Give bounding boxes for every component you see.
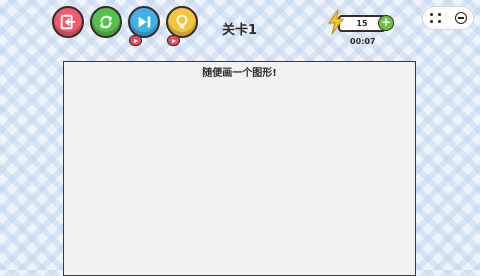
play-icon	[133, 38, 138, 43]
refresh-icon	[100, 15, 112, 29]
video-ad-badge	[167, 35, 180, 46]
play-icon	[171, 38, 176, 43]
energy-value: 15	[356, 19, 368, 28]
level-title: 关卡1	[222, 23, 258, 38]
drawing-canvas[interactable]: 随便画一个图形!	[63, 61, 416, 276]
back-icon	[60, 14, 76, 30]
more-icon[interactable]	[429, 11, 443, 25]
close-icon[interactable]	[455, 12, 467, 24]
menu-capsule	[422, 6, 474, 30]
video-ad-badge	[129, 35, 142, 46]
back-button[interactable]	[52, 6, 84, 38]
skip-icon	[138, 16, 151, 28]
hint-button[interactable]	[166, 6, 198, 38]
add-energy-button[interactable]: +	[378, 15, 394, 31]
lightbulb-icon	[176, 14, 188, 29]
lightning-icon	[328, 9, 344, 35]
skip-button[interactable]	[128, 6, 160, 38]
level-prompt: 随便画一个图形!	[202, 68, 277, 79]
restart-button[interactable]	[90, 6, 122, 38]
timer: 00:07	[350, 37, 376, 46]
